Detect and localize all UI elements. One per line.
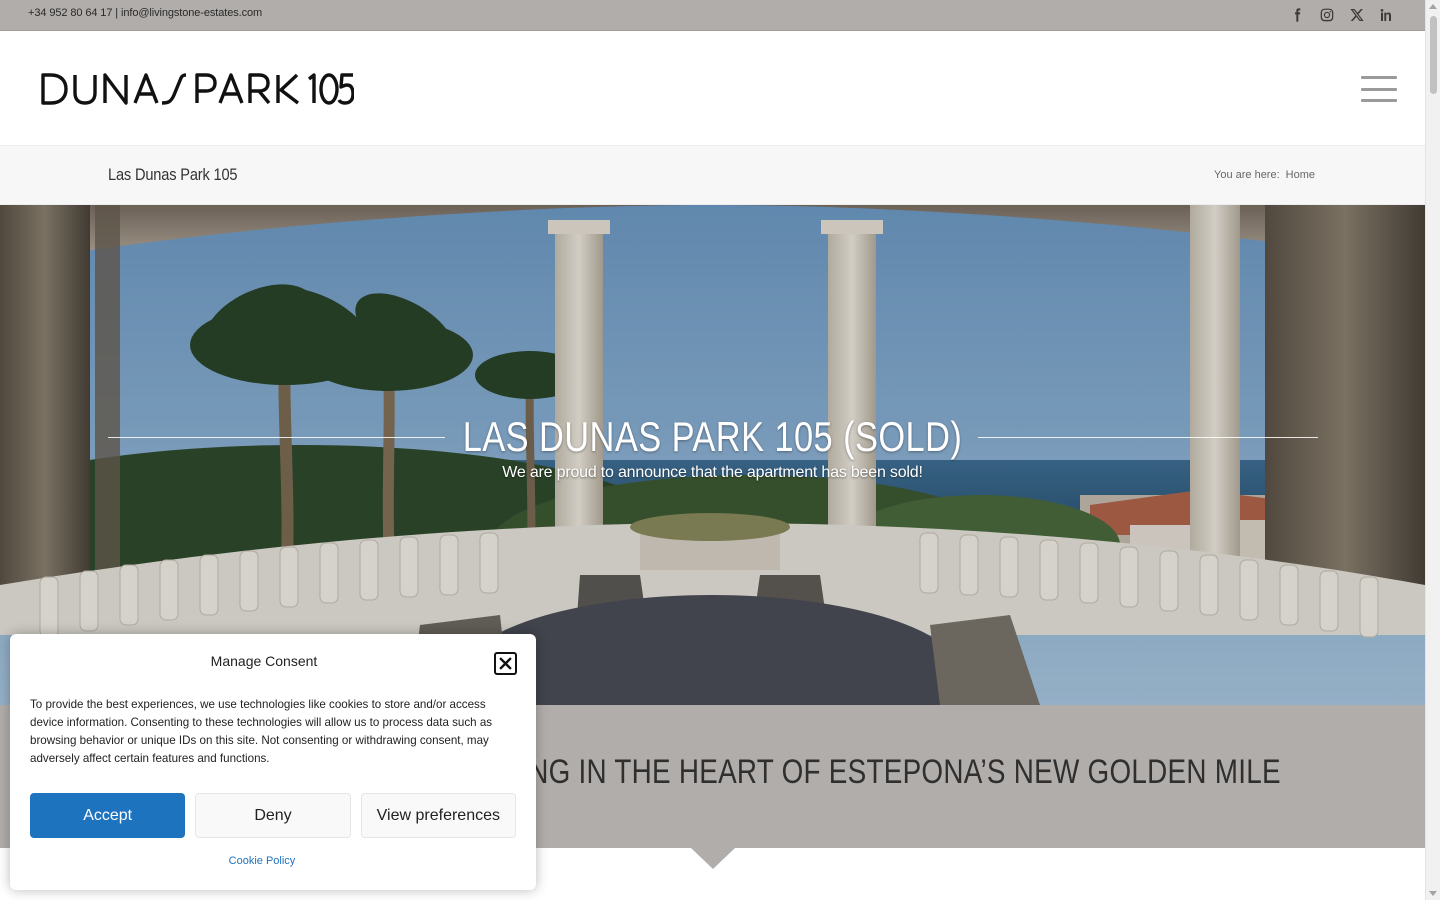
site-logo[interactable] (40, 69, 354, 109)
contact-info[interactable]: +34 952 80 64 17 | info@livingstone-esta… (28, 7, 262, 19)
close-icon-glyph (499, 657, 512, 670)
accept-button[interactable]: Accept (30, 793, 186, 838)
hero-subtitle: We are proud to announce that the apartm… (502, 464, 923, 481)
cookie-consent-dialog: Manage Consent To provide the best exper… (10, 634, 536, 890)
facebook-icon[interactable] (1287, 5, 1307, 25)
hamburger-line (1361, 99, 1397, 102)
scrollbar-thumb[interactable] (1430, 16, 1437, 94)
breadcrumb: You are here: Home (1214, 169, 1315, 181)
breadcrumb-home-link[interactable]: Home (1286, 169, 1315, 181)
hamburger-menu-icon[interactable] (1361, 76, 1397, 102)
view-preferences-button[interactable]: View preferences (360, 793, 516, 838)
instagram-icon[interactable] (1317, 5, 1337, 25)
site-header (0, 31, 1425, 145)
deny-button[interactable]: Deny (195, 793, 351, 838)
page-title-bar: Las Dunas Park 105 You are here: Home (0, 145, 1425, 205)
breadcrumb-prefix: You are here: (1214, 169, 1280, 181)
page-scrollbar[interactable] (1425, 0, 1440, 900)
top-bar: +34 952 80 64 17 | info@livingstone-esta… (0, 0, 1425, 31)
section-arrow (691, 848, 735, 869)
hero-title: LAS DUNAS PARK 105 (SOLD) (462, 413, 963, 460)
consent-description: To provide the best experiences, we use … (30, 698, 493, 765)
consent-title: Manage Consent (210, 653, 318, 669)
x-icon[interactable] (1347, 5, 1367, 25)
logo-wordmark (41, 73, 354, 105)
hamburger-line (1361, 76, 1397, 79)
scroll-up-icon[interactable] (1429, 4, 1437, 9)
linkedin-icon[interactable] (1377, 5, 1397, 25)
hamburger-line (1361, 87, 1397, 91)
scroll-down-icon[interactable] (1429, 891, 1437, 896)
close-icon[interactable] (494, 652, 517, 675)
consent-buttons: Accept Deny View preferences (30, 793, 516, 838)
social-links (1287, 5, 1397, 25)
hero-banner: LAS DUNAS PARK 105 (SOLD) We are proud t… (0, 205, 1425, 705)
page-title[interactable]: Las Dunas Park 105 (108, 165, 238, 185)
cookie-policy-link[interactable]: Cookie Policy (0, 855, 525, 867)
